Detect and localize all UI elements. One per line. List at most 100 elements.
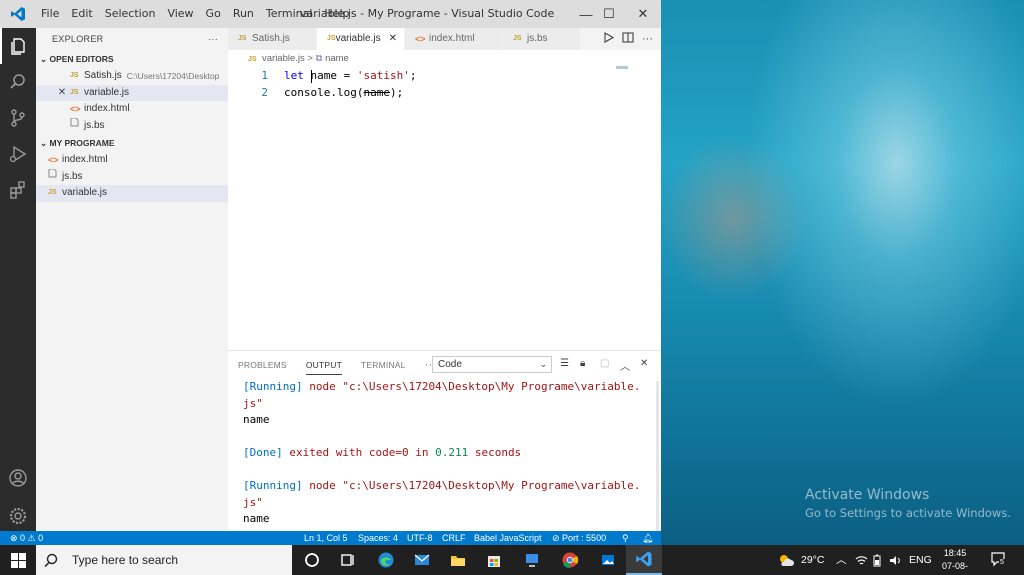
cursor-position[interactable]: Ln 1, Col 5 — [304, 531, 348, 545]
temperature-label[interactable]: 29°C — [801, 545, 824, 575]
output-channel-select[interactable]: Code ⌄ — [432, 356, 552, 373]
menu-run[interactable]: Run — [227, 0, 260, 28]
volume-icon[interactable] — [889, 545, 902, 575]
weather-icon[interactable] — [778, 545, 794, 575]
menu-selection[interactable]: Selection — [99, 0, 162, 28]
html-file-icon: <> — [415, 34, 426, 44]
windows-start-icon[interactable] — [0, 545, 36, 575]
tab-label: js.bs — [527, 33, 548, 44]
eol-status[interactable]: CRLF — [442, 531, 466, 545]
taskbar-search-box[interactable]: Type here to search — [36, 545, 292, 575]
output-number: 0.211 — [435, 446, 469, 459]
editor-actions: ··· — [603, 28, 661, 50]
task-view-icon[interactable] — [330, 545, 366, 575]
edge-browser-icon[interactable] — [368, 545, 404, 575]
open-editor-index[interactable]: <> index.html — [36, 101, 228, 118]
account-icon[interactable] — [0, 460, 36, 496]
panel-scrollbar[interactable] — [656, 381, 659, 531]
tab-terminal[interactable]: TERMINAL — [361, 351, 406, 379]
remote-desktop-icon[interactable] — [514, 545, 550, 575]
menu-go[interactable]: Go — [200, 0, 227, 28]
indentation-status[interactable]: Spaces: 4 — [358, 531, 398, 545]
notifications-bell-icon[interactable]: 🔔︎ — [642, 531, 653, 545]
close-tab-icon[interactable]: ✕ — [389, 28, 397, 50]
open-editor-variable[interactable]: ✕ JS variable.js — [36, 84, 228, 102]
system-clock[interactable]: 18:45 07-08-2021 — [932, 547, 978, 575]
open-editor-label: variable.js — [84, 86, 130, 98]
lock-icon[interactable]: 🔒︎ — [580, 358, 585, 369]
tab-satish[interactable]: JS Satish.js — [228, 28, 317, 50]
output-tag: [Running] — [243, 479, 303, 492]
input-language[interactable]: ENG — [909, 545, 932, 575]
show-hidden-icons[interactable]: ︿ — [836, 545, 847, 575]
microsoft-store-icon[interactable] — [476, 545, 512, 575]
breadcrumb-symbol[interactable]: name — [325, 53, 349, 64]
operator: = — [337, 69, 357, 82]
source-control-icon[interactable] — [0, 100, 36, 136]
file-icon — [70, 117, 84, 135]
settings-gear-icon[interactable] — [0, 498, 36, 534]
output-tag: [Done] — [243, 446, 283, 459]
close-window-button[interactable]: ✕ — [620, 0, 666, 28]
menu-file[interactable]: File — [35, 0, 65, 28]
open-editor-jsbs[interactable]: js.bs — [36, 117, 228, 135]
network-icon[interactable] — [855, 545, 868, 575]
split-editor-icon[interactable] — [622, 32, 634, 46]
tab-index[interactable]: <> index.html — [405, 28, 503, 50]
extensions-icon[interactable] — [0, 172, 36, 208]
clear-output-icon[interactable]: ☰ — [560, 358, 569, 369]
maximize-panel-icon[interactable]: ︿ — [620, 358, 630, 373]
open-editor-satish[interactable]: JS Satish.js C:\Users\17204\Desktop — [36, 68, 228, 85]
open-editors-label: OPEN EDITORS — [49, 54, 114, 64]
output-panel: PROBLEMS OUTPUT TERMINAL ··· Code ⌄ ☰ 🔒︎… — [228, 350, 661, 531]
open-log-icon: ▢ — [600, 358, 610, 369]
vscode-taskbar-icon[interactable] — [626, 545, 662, 575]
tab-jsbs[interactable]: JS js.bs — [503, 28, 581, 50]
file-variable-js[interactable]: JS variable.js — [36, 185, 228, 202]
close-panel-icon[interactable]: ✕ — [640, 358, 648, 369]
activate-windows-title: Activate Windows — [805, 487, 930, 503]
language-mode[interactable]: Babel JavaScript — [474, 531, 542, 545]
live-server-port[interactable]: ⊘ Port : 5500 — [552, 531, 606, 545]
battery-icon[interactable] — [873, 545, 881, 575]
problems-status[interactable]: ⊗ 0 ⚠ 0 — [10, 531, 43, 545]
minimap[interactable] — [616, 66, 628, 69]
chrome-icon[interactable] — [552, 545, 588, 575]
action-center-icon[interactable]: 5 — [990, 551, 1008, 569]
menu-view[interactable]: View — [161, 0, 199, 28]
photos-app-icon[interactable] — [590, 545, 626, 575]
html-file-icon: <> — [48, 155, 59, 165]
feedback-icon[interactable]: ⚲ — [622, 531, 629, 545]
file-js-bs[interactable]: js.bs — [36, 168, 228, 186]
tab-output[interactable]: OUTPUT — [305, 355, 342, 375]
file-label: variable.js — [62, 187, 108, 198]
output-text: [Running] node "c:\Users\17204\Desktop\M… — [228, 379, 661, 528]
breadcrumb-file[interactable]: variable.js — [262, 53, 305, 64]
code-line[interactable]: 2 console.log(name); — [228, 85, 661, 102]
code-line[interactable]: 1 let name = 'satish'; — [228, 68, 661, 85]
string-literal: 'satish' — [356, 69, 410, 82]
file-icon — [48, 168, 62, 186]
run-file-icon[interactable] — [603, 32, 615, 46]
file-index-html[interactable]: <> index.html — [36, 152, 228, 169]
mail-icon[interactable] — [404, 545, 440, 575]
encoding-status[interactable]: UTF-8 — [407, 531, 433, 545]
run-debug-icon[interactable] — [0, 136, 36, 172]
project-section[interactable]: ⌄ MY PROGRAME — [36, 134, 228, 152]
explorer-icon[interactable] — [0, 28, 36, 64]
file-explorer-icon[interactable] — [440, 545, 476, 575]
tab-problems[interactable]: PROBLEMS — [238, 351, 287, 379]
js-file-icon: JS — [513, 35, 522, 42]
open-editors-section[interactable]: ⌄ OPEN EDITORS — [36, 50, 228, 68]
title-bar: File Edit Selection View Go Run Terminal… — [0, 0, 661, 28]
explorer-more-button[interactable]: ··· — [208, 28, 218, 50]
cortana-icon[interactable] — [294, 545, 330, 575]
close-editor-icon[interactable]: ✕ — [54, 85, 70, 102]
menu-edit[interactable]: Edit — [65, 0, 98, 28]
search-icon[interactable] — [0, 64, 36, 100]
js-file-icon: JS — [238, 35, 247, 42]
more-actions-icon[interactable]: ··· — [642, 33, 653, 45]
tab-variable[interactable]: JS variable.js ✕ — [317, 28, 405, 50]
output-line: [Done] exited with code=0 in 0.211 secon… — [243, 445, 661, 462]
